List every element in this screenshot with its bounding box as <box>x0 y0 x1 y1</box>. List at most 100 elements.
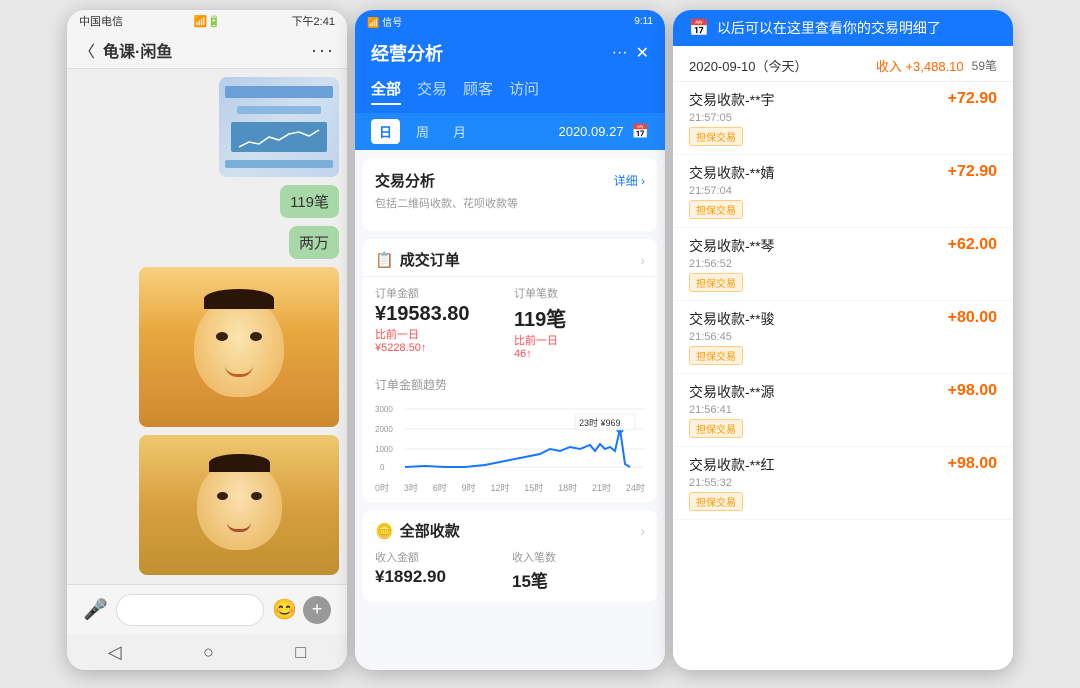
emoji-icon[interactable]: 😊 <box>272 597 297 622</box>
tx-name-5: 交易收款-**红 <box>689 455 775 475</box>
all-receipts: 🪙 全部收款 › 收入金额 ¥1892.90 收入笔数 15笔 <box>363 510 657 602</box>
tx-time-1: 21:57:04 <box>689 185 997 197</box>
tx-name-3: 交易收款-**骏 <box>689 309 775 329</box>
x-label-3: 3时 <box>404 481 418 494</box>
order-amount-stat: 订单金额 ¥19583.80 比前一日 ¥5228.50↑ <box>375 285 506 360</box>
status-left: 📶 信号 <box>367 14 402 29</box>
tab-visit[interactable]: 访问 <box>509 74 539 105</box>
phone3-body: 2020-09-10（今天） 收入 +3,488.10 59笔 交易收款-**宇… <box>673 46 1013 670</box>
summary-income: 收入 +3,488.10 <box>876 56 964 75</box>
tx-item-4: 交易收款-**源 +98.00 21:56:41 担保交易 <box>673 374 1013 447</box>
chat-msg-amount: 两万 <box>75 226 339 259</box>
phone2-body: 交易分析 详细 › 包括二维码收款、花呗收款等 📋 成交订单 › 订单金额 ¥1… <box>355 150 665 670</box>
svg-text:2000: 2000 <box>375 425 393 434</box>
nav-recent-icon[interactable]: □ <box>295 642 306 663</box>
tx-top-5: 交易收款-**红 +98.00 <box>689 455 997 475</box>
count-text: 119笔 <box>290 194 329 211</box>
tooltip-text: 以后可以在这里查看你的交易明细了 <box>717 18 941 38</box>
nav-bar: ◁ ○ □ <box>67 634 347 670</box>
tx-time-2: 21:56:52 <box>689 258 997 270</box>
x-label-12: 12时 <box>490 481 509 494</box>
svg-text:23时 ¥969: 23时 ¥969 <box>579 417 621 428</box>
income-count-label: 收入笔数 <box>512 549 645 565</box>
tx-amount-5: +98.00 <box>948 455 997 473</box>
orders-title: 📋 成交订单 <box>375 249 460 270</box>
tx-amount-3: +80.00 <box>948 309 997 327</box>
tx-amount-0: +72.90 <box>948 90 997 108</box>
detail-link[interactable]: 详细 › <box>614 172 645 189</box>
tx-name-1: 交易收款-**婧 <box>689 163 775 183</box>
x-label-6: 6时 <box>433 481 447 494</box>
receipts-title-text: 全部收款 <box>400 520 460 541</box>
product-image <box>219 77 339 177</box>
screens-container: 中国电信 📶🔋 下午2:41 〈 龟课·闲鱼 ··· <box>57 0 1023 688</box>
chat-msg-count: 119笔 <box>75 185 339 218</box>
amount-bubble: 两万 <box>289 226 339 259</box>
tx-top-1: 交易收款-**婧 +72.90 <box>689 163 997 183</box>
calendar-icon[interactable]: 📅 <box>632 123 649 140</box>
summary-count: 59笔 <box>972 57 997 74</box>
tooltip-icon: 📅 <box>689 18 709 38</box>
tx-top-3: 交易收款-**骏 +80.00 <box>689 309 997 329</box>
order-amount-compare: ¥5228.50↑ <box>375 342 506 354</box>
transaction-list: 交易收款-**宇 +72.90 21:57:05 担保交易 交易收款-**婧 +… <box>673 82 1013 670</box>
order-count-compare-label-text: 比前一日 <box>514 335 558 347</box>
phone2: 📶 信号 9:11 经营分析 ··· ✕ 全部 交易 顾客 访问 日 周 月 2… <box>355 10 665 670</box>
child-photo-2 <box>139 435 339 575</box>
tx-tag-2: 担保交易 <box>689 273 743 292</box>
tx-item-1: 交易收款-**婧 +72.90 21:57:04 担保交易 <box>673 155 1013 228</box>
svg-text:0: 0 <box>380 463 385 472</box>
date-display[interactable]: 2020.09.27 <box>558 124 623 139</box>
tx-top-4: 交易收款-**源 +98.00 <box>689 382 997 402</box>
tx-name-2: 交易收款-**琴 <box>689 236 775 256</box>
tx-name-4: 交易收款-**源 <box>689 382 775 402</box>
orders-arrow[interactable]: › <box>640 252 645 268</box>
tab-customer[interactable]: 顾客 <box>463 74 493 105</box>
tooltip-bar: 📅 以后可以在这里查看你的交易明细了 <box>673 10 1013 46</box>
attach-icon[interactable]: + <box>303 596 331 624</box>
tabs-row: 全部 交易 顾客 访问 <box>355 74 665 113</box>
orders-stats: 订单金额 ¥19583.80 比前一日 ¥5228.50↑ 订单笔数 119笔 … <box>363 277 657 368</box>
input-bar[interactable]: 🎤 😊 + <box>67 584 347 634</box>
date-row: 日 周 月 2020.09.27 📅 <box>355 113 665 150</box>
income-count-value: 15笔 <box>512 567 645 592</box>
nav-home-icon[interactable]: ○ <box>203 642 214 663</box>
status-bar-1: 中国电信 📶🔋 下午2:41 <box>67 10 347 32</box>
order-count-label: 订单笔数 <box>514 285 645 301</box>
back-button[interactable]: 〈 <box>79 38 95 62</box>
tx-item-3: 交易收款-**骏 +80.00 21:56:45 担保交易 <box>673 301 1013 374</box>
time-text: 下午2:41 <box>292 13 335 29</box>
period-week[interactable]: 周 <box>408 119 437 144</box>
tx-name-0: 交易收款-**宇 <box>689 90 775 110</box>
order-count-compare-label: 比前一日 <box>514 332 645 348</box>
analysis-title: 经营分析 <box>371 40 443 66</box>
message-input[interactable] <box>116 594 264 626</box>
tab-all[interactable]: 全部 <box>371 74 401 105</box>
receipts-title-row: 🪙 全部收款 › <box>375 520 645 541</box>
tx-tag-4: 担保交易 <box>689 419 743 438</box>
voice-icon[interactable]: 🎤 <box>83 597 108 622</box>
tx-tag-3: 担保交易 <box>689 346 743 365</box>
income-count-stat: 收入笔数 15笔 <box>512 549 645 592</box>
more-icon[interactable]: ··· <box>612 44 628 62</box>
x-label-15: 15时 <box>524 481 543 494</box>
close-icon[interactable]: ✕ <box>636 43 649 63</box>
nav-back-icon[interactable]: ◁ <box>108 642 122 663</box>
tx-top-2: 交易收款-**琴 +62.00 <box>689 236 997 256</box>
order-count-compare: 46↑ <box>514 348 645 360</box>
tx-amount-1: +72.90 <box>948 163 997 181</box>
period-month[interactable]: 月 <box>445 119 474 144</box>
chart-svg: 3000 2000 1000 0 23时 ¥969 <box>375 399 645 479</box>
x-label-18: 18时 <box>558 481 577 494</box>
orders-section-header: 📋 成交订单 › <box>363 239 657 277</box>
more-button[interactable]: ··· <box>311 40 335 61</box>
count-bubble: 119笔 <box>280 185 339 218</box>
period-day[interactable]: 日 <box>371 119 400 144</box>
receipts-stats: 收入金额 ¥1892.90 收入笔数 15笔 <box>375 549 645 592</box>
orders-icon: 📋 <box>375 251 394 269</box>
tx-amount-4: +98.00 <box>948 382 997 400</box>
tab-trade[interactable]: 交易 <box>417 74 447 105</box>
phone3: 📅 以后可以在这里查看你的交易明细了 2020-09-10（今天） 收入 +3,… <box>673 10 1013 670</box>
receipts-arrow[interactable]: › <box>640 523 645 539</box>
chat-msg-photo1 <box>75 267 339 427</box>
